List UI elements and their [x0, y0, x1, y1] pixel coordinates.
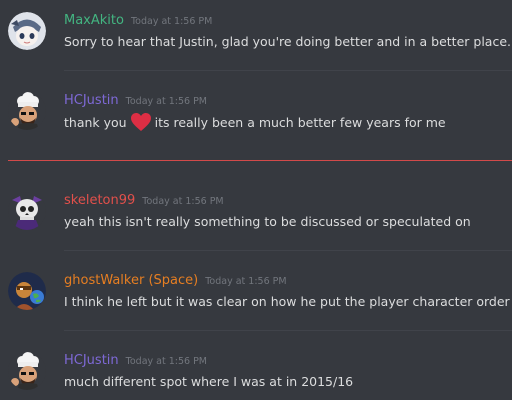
chef-avatar-icon[interactable] [8, 92, 46, 130]
anime-avatar-icon[interactable] [8, 12, 46, 50]
username[interactable]: HCJustin [64, 353, 119, 368]
message-text: thank you its really been a much better f… [64, 112, 446, 133]
timestamp: Today at 1:56 PM [130, 16, 213, 27]
timestamp: Today at 1:56 PM [205, 276, 287, 287]
username[interactable]: MaxAkito [64, 13, 124, 28]
message-text: I think he left but it was clear on how … [64, 294, 512, 309]
message-text-part: its really been a much better few years … [154, 115, 446, 130]
message-hcjustin-2: HCJustin Today at 1:56 PM much different … [0, 340, 512, 400]
message-skeleton99: skeleton99 Today at 1:56 PM yeah this isn… [0, 180, 512, 260]
message-divider [64, 330, 512, 331]
username[interactable]: skeleton99 [64, 193, 135, 208]
timestamp: Today at 1:56 PM [125, 356, 207, 367]
new-messages-divider [8, 160, 512, 161]
message-divider [64, 250, 512, 251]
cartoon-globe-avatar-icon[interactable] [8, 272, 46, 310]
chef-avatar-icon[interactable] [8, 352, 46, 390]
red-heart-icon[interactable] [130, 112, 152, 132]
timestamp: Today at 1:56 PM [142, 196, 224, 207]
message-header: ghostWalker (Space) Today at 1:56 PM [64, 270, 287, 291]
skeleton-avatar-icon[interactable] [8, 192, 46, 230]
message-text-part: thank you [64, 115, 127, 130]
username[interactable]: HCJustin [64, 93, 119, 108]
message-divider [64, 70, 512, 71]
message-text: yeah this isn't really something to be d… [64, 214, 471, 229]
message-maxakito: MaxAkito Today at 1:56 PM Sorry to hear t… [0, 0, 512, 80]
message-header: HCJustin Today at 1:56 PM [64, 350, 207, 371]
message-text: Sorry to hear that Justin, glad you're d… [64, 34, 511, 49]
message-ghostwalker: ghostWalker (Space) Today at 1:56 PM I th… [0, 260, 512, 340]
message-text: much different spot where I was at in 20… [64, 374, 354, 389]
message-header: HCJustin Today at 1:56 PM [64, 90, 207, 111]
message-hcjustin: HCJustin Today at 1:56 PM thank you its re… [0, 80, 512, 160]
message-header: MaxAkito Today at 1:56 PM [64, 10, 212, 31]
chat-log: MaxAkito Today at 1:56 PM Sorry to hear t… [0, 0, 512, 400]
message-header: skeleton99 Today at 1:56 PM [64, 190, 224, 211]
username[interactable]: ghostWalker (Space) [64, 273, 198, 288]
timestamp: Today at 1:56 PM [125, 96, 207, 107]
